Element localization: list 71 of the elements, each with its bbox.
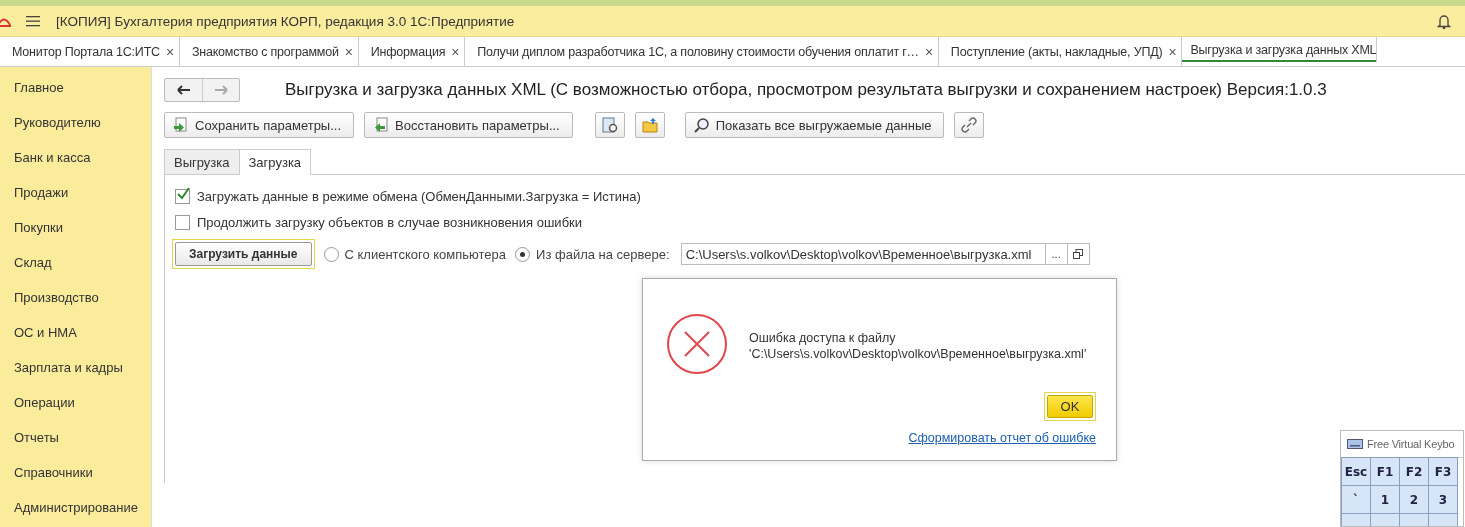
settings-icon (601, 117, 618, 133)
close-icon[interactable]: × (1168, 43, 1177, 60)
choose-button[interactable]: ... (1045, 243, 1068, 265)
sidebar-item[interactable]: Покупки (0, 217, 151, 252)
settings-button[interactable] (594, 112, 625, 138)
sidebar-item[interactable]: Руководителю (0, 112, 151, 147)
sidebar-item[interactable]: Производство (0, 287, 151, 322)
sidebar-item[interactable]: Склад (0, 252, 151, 287)
close-icon[interactable]: × (924, 43, 933, 60)
close-icon[interactable]: × (451, 43, 460, 60)
search-icon (693, 117, 710, 133)
key[interactable]: F2 (1399, 457, 1429, 486)
open-button[interactable] (1067, 243, 1090, 265)
path-field[interactable]: C:\Users\s.volkov\Desktop\volkov\Временное\выгрузка.xml (680, 243, 1046, 265)
sidebar-item[interactable]: Продажи (0, 182, 151, 217)
key[interactable]: 1 (1370, 485, 1400, 514)
key[interactable]: F3 (1428, 457, 1458, 486)
toolbar-button[interactable]: Показать все выгружаемые данные (684, 112, 945, 138)
checkbox[interactable] (175, 188, 190, 204)
tab[interactable]: Поступление (акты, накладные, УПД) × (938, 37, 1183, 66)
checkbox-label: Продолжить загрузку объектов в случае возникновения ошибки (197, 214, 583, 230)
sidebar-item[interactable]: ОС и НМА (0, 322, 151, 357)
tab[interactable]: Монитор Портала 1С:ИТС × (0, 37, 180, 66)
checkbox-label: Загружать данные в режиме обмена (ОбменДанными.Загрузка = Истина) (197, 188, 641, 204)
windows-icon (1073, 249, 1084, 259)
close-icon[interactable]: × (165, 43, 174, 60)
tab[interactable]: Выгрузка (164, 149, 240, 175)
menu-icon (26, 15, 40, 27)
tab[interactable]: Загрузка (239, 149, 312, 175)
sidebar-item[interactable]: Главное (0, 77, 151, 112)
sidebar-item[interactable]: Администрирование (0, 497, 151, 527)
load-button[interactable]: Загрузить данные (175, 242, 312, 266)
key[interactable]: ` (1341, 485, 1371, 514)
window-title: Free Virtual Keybo (1367, 438, 1455, 450)
key[interactable]: 2 (1399, 485, 1429, 514)
report-link[interactable]: Сформировать отчет об ошибке (908, 431, 1096, 445)
right-arrow-icon (214, 85, 228, 95)
checkbox[interactable] (175, 214, 190, 230)
radio-label: Из файла на сервере: (536, 246, 670, 262)
tab[interactable]: Знакомство с программой × (179, 37, 359, 66)
sidebar-item[interactable]: Справочники (0, 462, 151, 497)
form-title: Выгрузка и загрузка данных XML (С возможностью отбора, просмотром результата выгрузки и сохранением настроек) Версия:1.0.3 (285, 80, 1327, 100)
ok-button[interactable]: OK (1047, 395, 1093, 418)
key[interactable]: 3 (1428, 485, 1458, 514)
folder-button[interactable] (634, 112, 665, 138)
radio-label: С клиентского компьютера (344, 246, 507, 262)
bell-icon (1437, 13, 1451, 29)
folder-icon (641, 117, 658, 133)
key[interactable]: Esc (1341, 457, 1371, 486)
sidebar-item[interactable]: Отчеты (0, 427, 151, 462)
sidebar-item[interactable]: Операции (0, 392, 151, 427)
toolbar-button[interactable]: Восстановить параметры... (364, 112, 573, 138)
restore-icon (373, 117, 390, 133)
window-title: [КОПИЯ] Бухгалтерия предприятия КОРП, редакция 3.0 1С:Предприятие (56, 13, 515, 29)
toolbar-button[interactable]: Сохранить параметры... (164, 112, 355, 138)
close-icon[interactable]: × (344, 43, 353, 60)
tab[interactable]: Выгрузка и загрузка данных XML (1182, 37, 1378, 62)
link-icon (961, 117, 978, 133)
tab[interactable]: Информация × (358, 37, 466, 66)
error-icon (666, 313, 728, 375)
keyboard-icon (1347, 439, 1363, 449)
error-message: Ошибка доступа к файлу 'C:\Users\s.volkov\Desktop\volkov\Временное\выгрузка.xml' (749, 330, 1087, 362)
sidebar-item[interactable]: Зарплата и кадры (0, 357, 151, 392)
radio-button[interactable] (515, 246, 531, 262)
sidebar-item[interactable]: Банк и касса (0, 147, 151, 182)
left-arrow-icon (176, 85, 191, 95)
save-icon (173, 117, 189, 133)
key[interactable]: F1 (1370, 457, 1400, 486)
link-button[interactable] (954, 112, 985, 138)
radio-button[interactable] (323, 246, 339, 262)
tab[interactable]: Получи диплом разработчика 1С, а половину стоимости обучения оплатит г… × (465, 37, 939, 66)
